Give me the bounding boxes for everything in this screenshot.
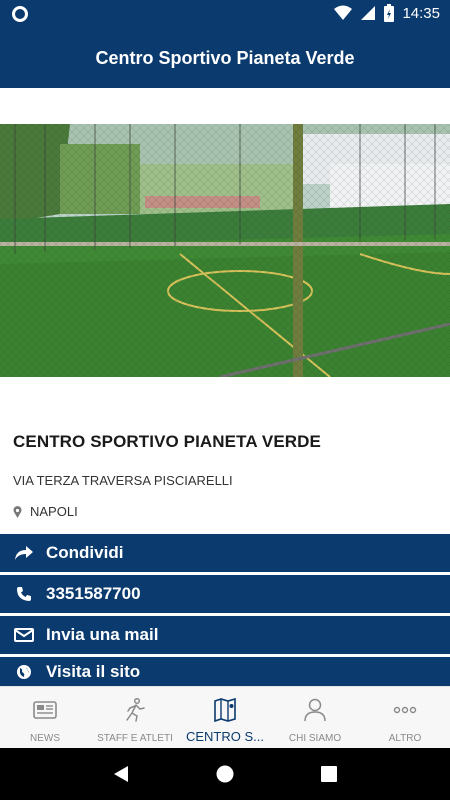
mail-button[interactable]: Invia una mail	[0, 616, 450, 654]
venue-city: NAPOLI	[13, 504, 78, 519]
nav-label-chi-siamo: CHI SIAMO	[288, 733, 342, 744]
mail-icon	[0, 628, 46, 642]
back-icon[interactable]	[113, 765, 129, 783]
website-button[interactable]: Visita il sito	[0, 657, 450, 687]
page-title: Centro Sportivo Pianeta Verde	[95, 47, 355, 68]
venue-name: CENTRO SPORTIVO PIANETA VERDE	[13, 432, 321, 451]
nav-item-altro[interactable]: ALTRO	[360, 687, 450, 748]
map-icon	[214, 697, 236, 723]
app-bar: Centro Sportivo Pianeta Verde	[0, 28, 450, 88]
status-icons: 14:35	[334, 4, 440, 22]
more-icon	[393, 697, 417, 723]
mail-label: Invia una mail	[46, 625, 159, 644]
nav-item-centro[interactable]: CENTRO S...	[180, 687, 270, 748]
phone-label: 3351587700	[46, 584, 141, 603]
nav-label-staff: STAFF E ATLETI	[97, 733, 173, 744]
venue-city-label: NAPOLI	[30, 504, 78, 519]
location-pin-icon	[13, 505, 22, 518]
venue-address: VIA TERZA TRAVERSA PISCIARELLI	[13, 473, 233, 488]
system-navigation-bar	[0, 748, 450, 800]
runner-icon	[125, 697, 145, 723]
wifi-icon	[334, 5, 353, 20]
battery-icon	[384, 4, 395, 22]
bottom-navigation: NEWS STAFF E ATLETI CENTRO S... CHI SIAM…	[0, 686, 450, 748]
nav-label-news: NEWS	[30, 733, 60, 744]
globe-icon	[0, 664, 46, 680]
nav-item-news[interactable]: NEWS	[0, 687, 90, 748]
phone-icon	[0, 586, 46, 602]
website-label: Visita il sito	[46, 662, 141, 681]
nav-label-altro: ALTRO	[388, 733, 422, 744]
soccer-field-photo	[0, 124, 450, 377]
news-icon	[33, 697, 57, 723]
nav-label-centro: CENTRO S...	[185, 729, 264, 744]
nav-item-staff[interactable]: STAFF E ATLETI	[90, 687, 180, 748]
hero-image	[0, 124, 450, 377]
recents-icon[interactable]	[320, 766, 337, 782]
share-icon	[0, 545, 46, 561]
home-icon[interactable]	[216, 765, 234, 783]
share-label: Condividi	[46, 543, 124, 562]
phone-button[interactable]: 3351587700	[0, 575, 450, 613]
status-time: 14:35	[402, 4, 440, 22]
notification-icon	[12, 6, 28, 22]
status-bar: 14:35	[0, 0, 450, 28]
nav-item-chi-siamo[interactable]: CHI SIAMO	[270, 687, 360, 748]
cell-signal-icon	[361, 6, 376, 20]
person-icon	[304, 697, 326, 723]
share-button[interactable]: Condividi	[0, 534, 450, 572]
